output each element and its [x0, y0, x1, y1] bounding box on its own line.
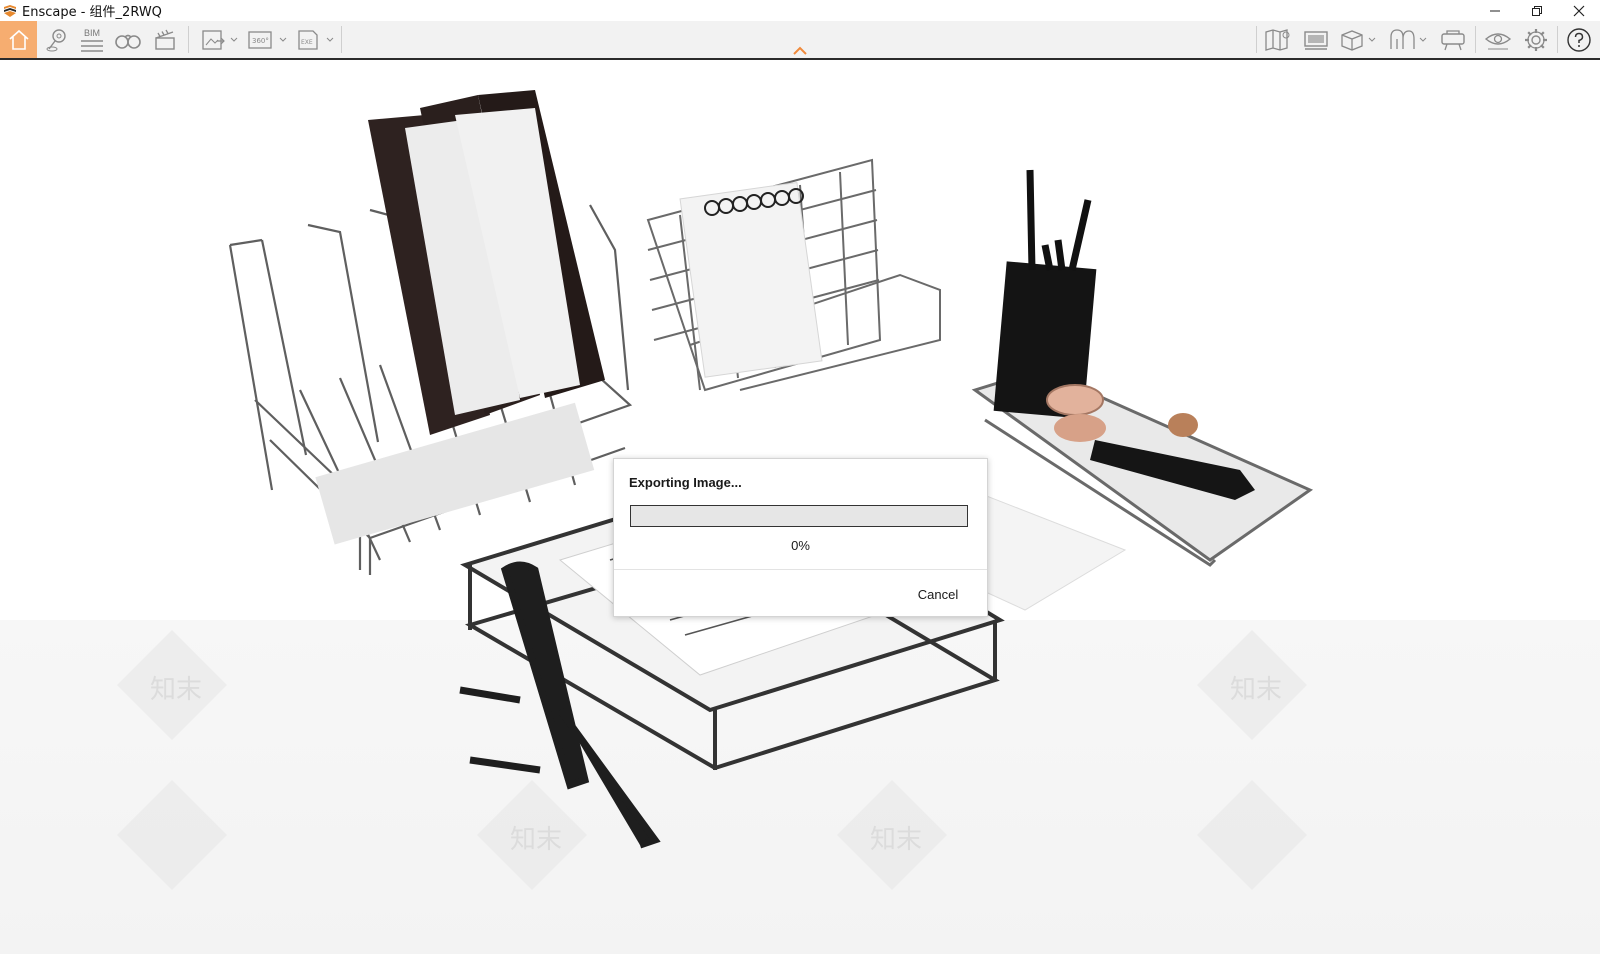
desk-tray	[971, 169, 1314, 567]
ghost-icon	[1390, 28, 1427, 49]
restore-button[interactable]	[1516, 0, 1558, 21]
progress-percentage: 0%	[791, 538, 810, 553]
export-exe-button[interactable]: EXE	[293, 22, 337, 57]
video-editor-button[interactable]	[150, 22, 180, 57]
gear-icon	[1525, 28, 1547, 51]
window-controls	[1474, 0, 1600, 21]
binders	[368, 90, 605, 435]
help-button[interactable]	[1562, 22, 1596, 57]
asset-library-button[interactable]	[1337, 22, 1379, 57]
bim-icon	[81, 39, 103, 52]
export-image-icon	[202, 29, 238, 50]
clapperboard-icon	[155, 29, 175, 50]
panorama-360-icon: 360°	[248, 30, 287, 49]
bim-button[interactable]: BIM	[77, 22, 107, 57]
walk-mode-button[interactable]	[113, 22, 143, 57]
home-button[interactable]	[0, 21, 37, 58]
toolbar-separator	[341, 26, 342, 53]
collaborative-annotation-button[interactable]	[1437, 22, 1469, 57]
export-exe-icon: EXE	[298, 29, 334, 50]
exe-label: EXE	[301, 39, 313, 46]
home-icon	[8, 29, 29, 50]
vr-headset-button[interactable]	[1482, 22, 1514, 57]
toolbar-separator	[1475, 26, 1476, 53]
location-pin-icon	[46, 28, 66, 51]
cube-icon	[1341, 29, 1376, 51]
close-icon	[1573, 5, 1585, 16]
dialog-divider	[614, 569, 987, 570]
minimize-button[interactable]	[1474, 0, 1516, 21]
binoculars-icon	[115, 34, 141, 49]
export-image-button[interactable]	[197, 22, 241, 57]
panorama-label: 360°	[252, 37, 269, 45]
export-progress-dialog: Exporting Image... 0% Cancel	[613, 458, 988, 617]
window-title: Enscape - 组件_2RWQ	[22, 5, 162, 20]
help-icon	[1567, 27, 1591, 52]
monitor-button[interactable]	[1300, 22, 1332, 57]
title-bar: Enscape - 组件_2RWQ	[0, 0, 1600, 21]
render-viewport[interactable]: 知末 知末 知末 知末 Exporting Image... 0% Cancel	[0, 60, 1600, 954]
map-button[interactable]	[1262, 22, 1294, 57]
export-panorama-button[interactable]: 360°	[244, 22, 290, 57]
close-window-button[interactable]	[1558, 0, 1600, 21]
material-editor-button[interactable]	[1385, 22, 1431, 57]
minimize-icon	[1490, 10, 1500, 11]
enscape-logo-icon	[4, 4, 16, 17]
dialog-title: Exporting Image...	[629, 475, 742, 490]
export-progress-bar	[630, 505, 968, 527]
toolbar-separator	[1557, 26, 1558, 53]
monitor-icon	[1304, 30, 1328, 50]
views-button[interactable]	[40, 22, 74, 57]
collapse-toolbar-icon[interactable]	[792, 44, 808, 56]
toolbar-separator	[188, 26, 189, 53]
eye-icon	[1484, 32, 1512, 49]
map-icon	[1265, 28, 1290, 51]
spiral-notepad	[679, 181, 823, 378]
bim-label: BIM	[83, 27, 100, 38]
restore-icon	[1532, 5, 1542, 16]
tape-roll	[1046, 384, 1104, 416]
toolbar-separator	[1256, 26, 1257, 53]
settings-button[interactable]	[1520, 22, 1552, 57]
cancel-button[interactable]: Cancel	[907, 582, 969, 606]
projector-icon	[1441, 29, 1465, 50]
